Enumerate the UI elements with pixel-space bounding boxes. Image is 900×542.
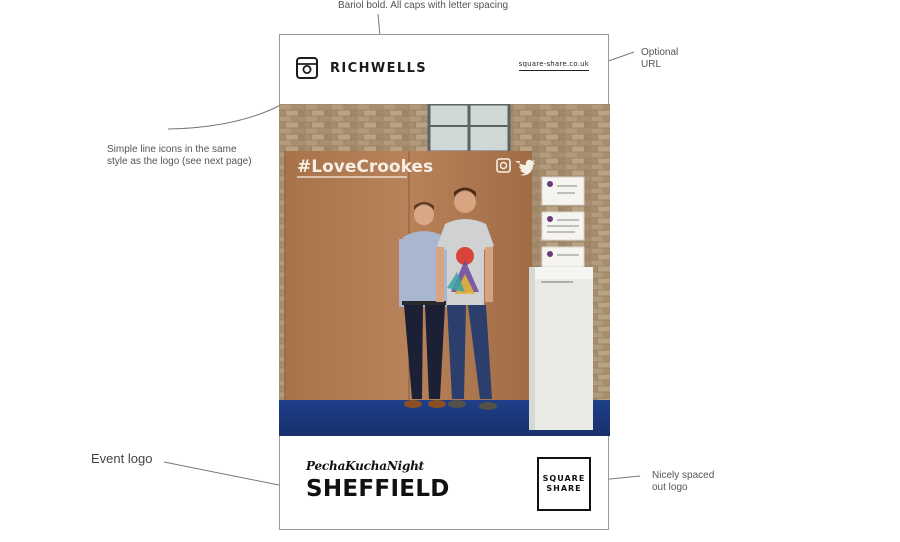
photo-hashtag: #LoveCrookes — [297, 157, 433, 177]
brand-name: RICHWELLS — [330, 61, 428, 76]
card-footer: PechaKuchaNight TM SHEFFIELD SQUARE SHAR… — [280, 437, 608, 529]
card-url: square-share.co.uk — [518, 60, 589, 71]
square-share-logo: SQUARE SHARE — [537, 457, 591, 511]
event-logo-city: SHEFFIELD — [306, 476, 450, 502]
annotation-spaced-logo: Nicely spaced out logo — [652, 470, 715, 493]
annotation-line-icons: Simple line icons in the same style as t… — [107, 144, 252, 167]
card-header: RICHWELLS square-share.co.uk — [280, 35, 608, 105]
instruction-signs — [541, 176, 585, 268]
print-card: RICHWELLS square-share.co.uk #LoveCrooke… — [279, 34, 610, 530]
leader-event-logo — [163, 461, 295, 489]
event-photo: #LoveCrookes — [279, 104, 610, 436]
event-logo-tm: TM — [415, 465, 421, 470]
annotation-event-logo: Event logo — [91, 451, 153, 466]
instagram-icon — [296, 57, 318, 79]
event-logo-script: PechaKuchaNight — [306, 459, 425, 473]
logo-line-2: SHARE — [546, 484, 582, 493]
ballot-box — [529, 267, 593, 430]
logo-line-1: SQUARE — [542, 474, 586, 483]
annotation-typography: Bariol bold. All caps with letter spacin… — [338, 0, 509, 11]
annotation-optional-url: Optional URL — [641, 47, 679, 70]
